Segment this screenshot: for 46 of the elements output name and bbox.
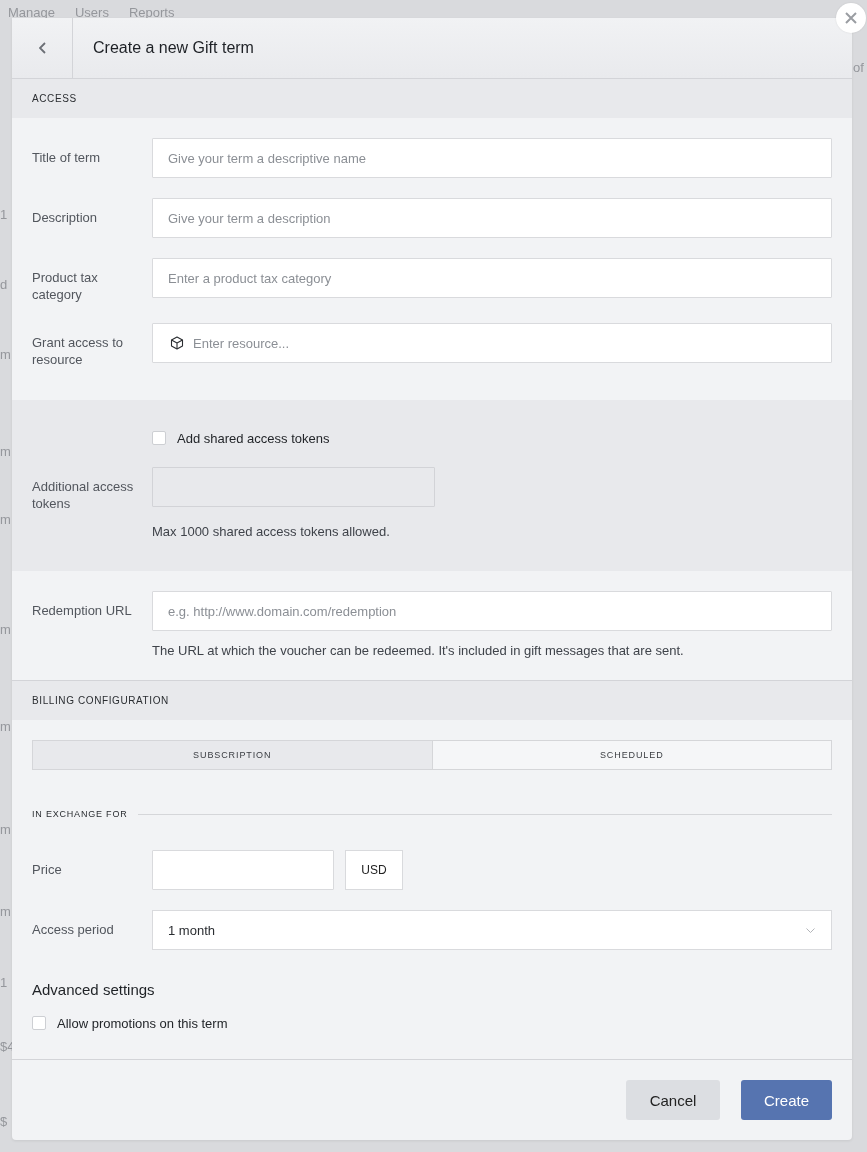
close-button[interactable] <box>836 3 866 33</box>
close-icon <box>845 12 857 24</box>
text-field[interactable]: Give your term a descriptive name <box>152 138 832 178</box>
field-label: Product tax category <box>32 269 99 303</box>
url-field[interactable]: e.g. http://www.domain.com/redemption <box>152 591 832 631</box>
text-fragment: m <box>0 905 11 919</box>
text-fragment: m <box>0 720 11 734</box>
text-fragment: d <box>0 278 8 292</box>
subsection-heading: IN EXCHANGE FOR <box>32 809 128 819</box>
field-label: Access period <box>32 921 115 938</box>
field-label: Grant access to resource <box>32 334 125 368</box>
text-fragment: 1 <box>0 976 8 990</box>
text-fragment: $ <box>0 1115 8 1129</box>
text-fragment: m <box>0 623 11 637</box>
field-label: Redemption URL <box>32 602 133 619</box>
field-label: Price <box>32 861 63 878</box>
text-fragment: m <box>0 823 11 837</box>
chevron-down-icon <box>806 927 815 933</box>
text-fragment: m <box>0 445 11 459</box>
cube-icon <box>170 336 184 350</box>
text-fragment: of <box>853 61 864 75</box>
billing-tab[interactable]: SUBSCRIPTION <box>33 741 432 769</box>
cancel-button[interactable]: Cancel <box>626 1080 720 1120</box>
text-fragment: m <box>0 348 11 362</box>
checkbox[interactable] <box>32 1016 46 1030</box>
checkbox-label: Allow promotions on this term <box>57 1015 228 1031</box>
access-period-select[interactable]: 1 month <box>152 910 832 950</box>
section-heading: ACCESS <box>32 93 77 104</box>
help-text: The URL at which the voucher can be redeemed. It's included in gift messages that are sent. <box>152 642 685 659</box>
chevron-left-icon <box>38 42 46 54</box>
field-label: Description <box>32 209 99 226</box>
currency-selector[interactable]: USD <box>345 850 403 890</box>
checkbox-label: Add shared access tokens <box>177 430 330 446</box>
section-heading: BILLING CONFIGURATION <box>32 695 169 706</box>
text-field[interactable]: Give your term a description <box>152 198 832 238</box>
text-fragment: m <box>0 513 11 527</box>
text-field[interactable]: Enter a product tax category <box>152 258 832 298</box>
dialog-title: Create a new Gift term <box>93 39 254 57</box>
subsection-heading: Advanced settings <box>32 980 155 1000</box>
resource-field[interactable]: Enter resource... <box>152 323 832 363</box>
create-button[interactable]: Create <box>741 1080 832 1120</box>
text-fragment: 1 <box>0 208 8 222</box>
field-label: Additional access tokens <box>32 478 135 512</box>
help-text: Max 1000 shared access tokens allowed. <box>152 523 391 540</box>
price-field[interactable] <box>152 850 334 890</box>
field-label: Title of term <box>32 149 102 166</box>
